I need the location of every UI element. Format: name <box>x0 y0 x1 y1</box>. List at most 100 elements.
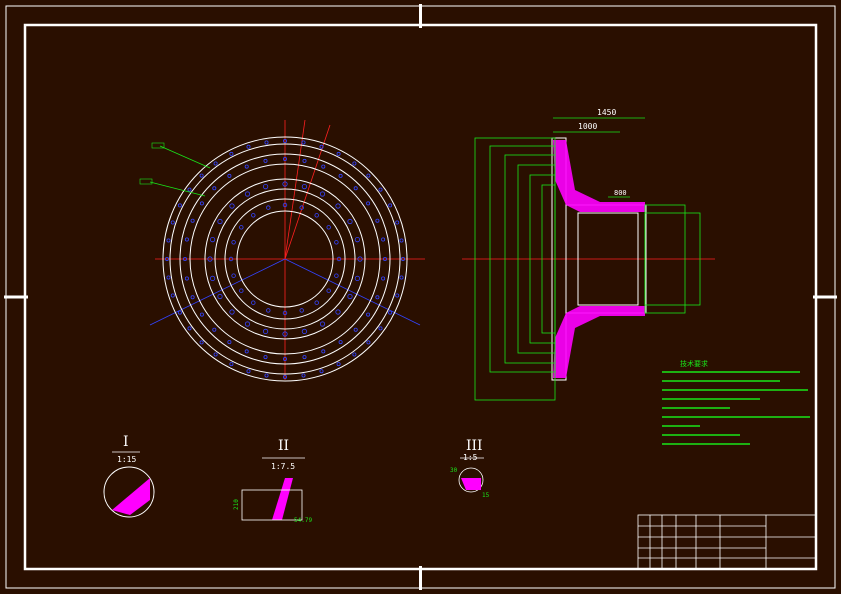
bolt-hole <box>338 173 343 178</box>
bolt-hole <box>190 218 195 223</box>
bolt-hole <box>366 312 371 317</box>
bolt-hole <box>266 308 271 313</box>
detail-2-dim-a: 210 <box>233 499 240 510</box>
bolt-hole <box>336 362 341 367</box>
bolt-hole <box>381 276 386 281</box>
detail-2-body <box>241 489 303 521</box>
bolt-hole <box>229 151 234 156</box>
bolt-hole <box>301 140 306 145</box>
bolt-hole <box>336 151 341 156</box>
detail-view-1: I 1:15 <box>103 434 155 518</box>
bolt-hole <box>262 184 269 190</box>
bolt-hole <box>217 293 223 300</box>
bolt-hole <box>251 213 256 218</box>
bolt-hole <box>381 237 386 242</box>
bolt-hole <box>212 186 217 191</box>
bolt-hole <box>375 295 380 300</box>
bolt-hole <box>263 355 268 360</box>
bolt-hole <box>399 238 404 243</box>
bolt-hole <box>354 237 360 243</box>
bolt-hole <box>262 328 269 334</box>
bolt-hole <box>229 362 234 367</box>
bolt-hole <box>338 340 343 345</box>
cad-drawing-canvas: 1450 1000 800 技术要求 I 1:15 II 1:7.5 210 5… <box>4 4 837 590</box>
detail-2-label: II <box>278 438 289 454</box>
bolt-hole <box>266 205 271 210</box>
bolt-hole <box>199 201 204 206</box>
bolt-hole <box>302 355 307 360</box>
notes-lines <box>662 371 810 445</box>
bolt-hole <box>213 161 218 166</box>
bolt-hole <box>229 203 235 209</box>
bolt-hole <box>231 273 236 278</box>
bolt-hole <box>354 275 360 281</box>
detail-3-scale: 1:5 <box>463 453 478 462</box>
bolt-hole <box>227 340 232 345</box>
technical-notes: 技术要求 <box>662 359 810 445</box>
bolt-hole <box>347 218 353 225</box>
bolt-hole <box>212 327 217 332</box>
bolt-hole <box>170 220 175 225</box>
bolt-hole <box>321 349 326 354</box>
bolt-hole <box>177 310 182 315</box>
bolt-hole <box>347 293 353 300</box>
bolt-hole <box>319 191 326 197</box>
bolt-hole <box>353 186 358 191</box>
dim-diam-1 <box>474 137 556 401</box>
leader-1 <box>159 145 211 169</box>
bore-length-label: 800 <box>614 189 627 197</box>
detail-2-hatch <box>272 478 293 520</box>
bolt-hole <box>170 293 175 298</box>
bolt-hole <box>366 173 371 178</box>
hub-length-label: 1000 <box>578 122 597 131</box>
bolt-hole <box>246 144 251 149</box>
bolt-hole <box>210 275 216 281</box>
bolt-hole <box>251 300 256 305</box>
bolt-hole <box>319 369 324 374</box>
detail-3-dim-b: 15 <box>482 492 490 499</box>
bolt-hole <box>378 187 383 192</box>
detail-3-label: III <box>466 438 483 454</box>
bolt-hole <box>217 218 223 225</box>
bolt-hole <box>388 310 393 315</box>
bolt-hole <box>301 328 307 334</box>
bolt-hole <box>264 373 269 378</box>
detail-2-dim-b: 54.79 <box>294 517 312 524</box>
front-view <box>139 119 425 382</box>
bolt-hole <box>326 288 331 293</box>
bolt-hole <box>375 218 380 223</box>
detail-1-hatch <box>112 478 150 515</box>
bolt-hole <box>334 240 339 245</box>
bolt-hole <box>199 173 204 178</box>
bolt-hole <box>399 275 404 280</box>
bolt-hole <box>299 308 304 313</box>
section-hatch-bottom <box>553 306 645 378</box>
title-block <box>637 514 817 570</box>
detail-3-dim-a: 30 <box>450 467 458 474</box>
bolt-hole <box>366 201 371 206</box>
bolt-hole <box>244 164 249 169</box>
bolt-hole <box>263 158 268 163</box>
leader-tag-2 <box>139 178 153 185</box>
bolt-hole <box>231 240 236 245</box>
bolt-hole <box>244 321 251 327</box>
overall-length-label: 1450 <box>597 108 616 117</box>
leader-2 <box>149 181 206 197</box>
detail-1-scale: 1:15 <box>117 455 136 464</box>
bolt-hole <box>388 203 393 208</box>
bolt-hole <box>321 164 326 169</box>
bolt-hole <box>184 276 189 281</box>
bolt-hole <box>302 158 307 163</box>
bolt-hole <box>326 225 331 230</box>
bolt-hole <box>314 213 319 218</box>
bolt-hole <box>353 327 358 332</box>
bolt-hole <box>190 295 195 300</box>
bolt-hole <box>177 203 182 208</box>
bolt-hole <box>199 340 204 345</box>
bolt-hole <box>244 191 251 197</box>
detail-1-label: I <box>123 434 129 450</box>
bolt-hole <box>210 237 216 243</box>
bolt-hole <box>227 173 232 178</box>
bolt-hole <box>334 273 339 278</box>
notes-title: 技术要求 <box>680 359 708 368</box>
